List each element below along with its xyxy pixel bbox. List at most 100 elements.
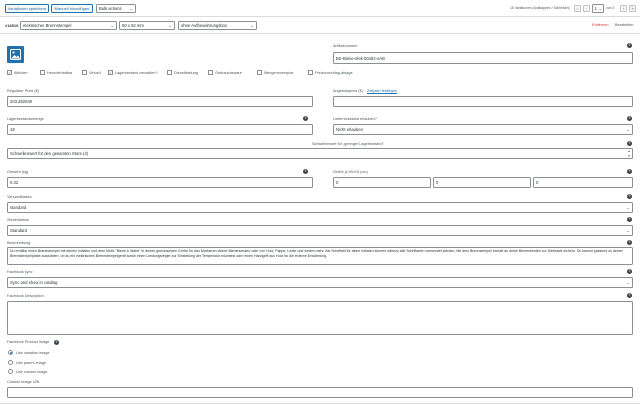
facebook-sync-value: Sync and show in catalog [10,280,58,285]
save-variations-button[interactable]: Variationen speichern [5,4,49,13]
help-circle-icon[interactable]: ? [303,169,308,174]
use-variation-image-radio[interactable] [8,350,13,355]
backorders-value: Nicht erlauben [336,127,364,132]
chevron-down-icon: ⌄ [626,228,630,233]
bulk-actions-value: Bulk actions [99,6,122,11]
toolbar-divider [0,16,640,17]
shipping-class-select[interactable]: standard ⌄ [7,202,633,213]
service-checkbox[interactable] [167,70,172,75]
price-proposal-label: Preisvorschlag-ablage [315,70,353,75]
remove-variation-link[interactable]: Entfernen [592,23,608,27]
sale-price-input[interactable] [333,96,633,107]
prev-page-button[interactable]: ‹ [583,5,590,12]
help-circle-icon[interactable]: ? [627,293,632,298]
virtual-checkbox[interactable] [82,70,87,75]
next-page-button[interactable]: › [620,5,627,12]
schedule-link[interactable]: Zeitplan festlegen [367,89,397,93]
bottom-divider [0,403,640,404]
chevron-down-icon: ⌄ [626,280,630,285]
use-parent-image-radio[interactable] [8,360,13,365]
first-page-button[interactable]: « [574,5,581,12]
chevron-down-icon: ⌄ [129,6,133,11]
quantity-item-label: Mengenexemplar [264,70,294,75]
virtual-label: Virtuell [89,70,101,75]
low-stock-label: Schwellenwert für „geringer Lagerbestand… [312,142,384,146]
weight-label: Gewicht (kg) [7,170,29,174]
low-stock-value: Schwellenwert für den gesamten Store (2) [10,151,89,156]
description-label: Beschreibung [7,241,31,245]
height-input[interactable]: 0 [533,177,633,188]
used-goods-checkbox[interactable] [208,70,213,75]
tax-class-value: Standard [10,228,27,233]
page-total: von 2 [606,6,615,10]
enabled-checkbox[interactable]: ✓ [7,70,12,75]
help-circle-icon[interactable]: ? [627,269,632,274]
regular-price-label: Regulärer Preis (€) [7,89,40,93]
help-circle-icon[interactable]: ? [627,217,632,222]
chevron-down-icon: ⌄ [598,6,603,11]
description-textarea[interactable]: Du erhältst einen Brandstempel mit deine… [7,247,633,265]
attr-box-value: ohne Aufbewahrungsbox [181,23,228,28]
sku-input[interactable]: BS-Biene-elek-50x52-oAB [333,52,633,64]
image-placeholder-icon[interactable] [7,46,24,63]
page-value: 1 [594,6,597,11]
help-circle-icon[interactable]: ? [627,240,632,245]
stock-qty-label: Lagerbestandsmenge [7,117,44,121]
attr-motiv-value: elektrischer Brennstempel [23,23,72,28]
sale-price-label: Angebotspreis (€) [333,89,363,93]
help-circle-icon[interactable]: ? [627,141,632,146]
custom-image-url-label: Custom Image URL [7,380,41,384]
low-stock-input[interactable]: Schwellenwert für den gesamten Store (2)… [7,148,633,159]
sku-label: Artikelnummer [333,44,358,48]
chevron-down-icon: ⌄ [250,23,254,28]
tax-class-label: Steuerklasse [7,218,29,222]
facebook-description-label: Facebook Description [7,294,44,298]
regular-price-input[interactable]: 203.352940 [7,96,313,107]
shipping-class-label: Versandklasse [7,195,32,199]
quantity-item-checkbox[interactable] [257,70,262,75]
manage-stock-checkbox[interactable]: ✓ [108,70,113,75]
chevron-down-icon: ⌄ [168,23,172,28]
service-label: Dienstleistung [174,70,198,75]
weight-input[interactable]: 0.32 [7,177,313,188]
chevron-down-icon: ⌄ [110,23,114,28]
chevron-down-icon: ⌄ [626,205,630,210]
help-circle-icon[interactable]: ? [627,43,632,48]
backorders-label: Lieferrückstand erlauben? [333,117,377,121]
help-circle-icon[interactable]: ? [54,339,59,345]
spinner-down-icon[interactable]: ▾ [628,154,630,159]
bulk-actions-select[interactable]: Bulk actions ⌄ [96,4,136,13]
facebook-description-textarea[interactable] [7,301,633,335]
price-proposal-checkbox[interactable] [308,70,313,75]
custom-image-url-input[interactable] [7,387,633,398]
help-circle-icon[interactable]: ? [303,116,308,121]
page-select[interactable]: 1 ⌄ [592,4,604,13]
help-circle-icon[interactable]: ? [627,194,632,199]
last-page-button[interactable]: » [629,5,636,12]
chevron-down-icon: ⌄ [626,127,630,132]
length-input[interactable]: 0 [333,177,431,188]
help-circle-icon[interactable]: ? [627,169,632,174]
variation-id: #16519 [5,23,19,28]
downloadable-label: Herunterladbar [47,70,73,75]
shipping-class-value: standard [10,205,27,210]
used-goods-label: Gebrauchsware [215,70,242,75]
edit-variation-link[interactable]: Bearbeiten [615,23,633,27]
add-manually-button[interactable]: Manuell hinzufügen [51,4,93,13]
downloadable-checkbox[interactable] [40,70,45,75]
attr-motiv-select[interactable]: elektrischer Brennstempel ⌄ [20,21,117,30]
facebook-sync-select[interactable]: Sync and show in catalog ⌄ [7,277,633,288]
header-divider [0,33,640,34]
manage-stock-label: Lagerbestand verwalten? [115,70,158,75]
variation-count: 15 Variationen (Aufklappen / Schließen) [510,6,570,10]
tax-class-select[interactable]: Standard ⌄ [7,225,633,236]
attr-size-select[interactable]: 50 x 52 mm ⌄ [119,21,175,30]
width-input[interactable]: 0 [433,177,531,188]
backorders-select[interactable]: Nicht erlauben ⌄ [333,124,633,135]
use-custom-image-radio[interactable] [8,369,13,374]
stock-qty-input[interactable]: 18 [7,124,313,135]
use-parent-image-label: Use parent image [16,360,46,365]
attr-box-select[interactable]: ohne Aufbewahrungsbox ⌄ [178,21,257,30]
help-circle-icon[interactable]: ? [627,116,632,121]
attr-size-value: 50 x 52 mm [122,23,144,28]
